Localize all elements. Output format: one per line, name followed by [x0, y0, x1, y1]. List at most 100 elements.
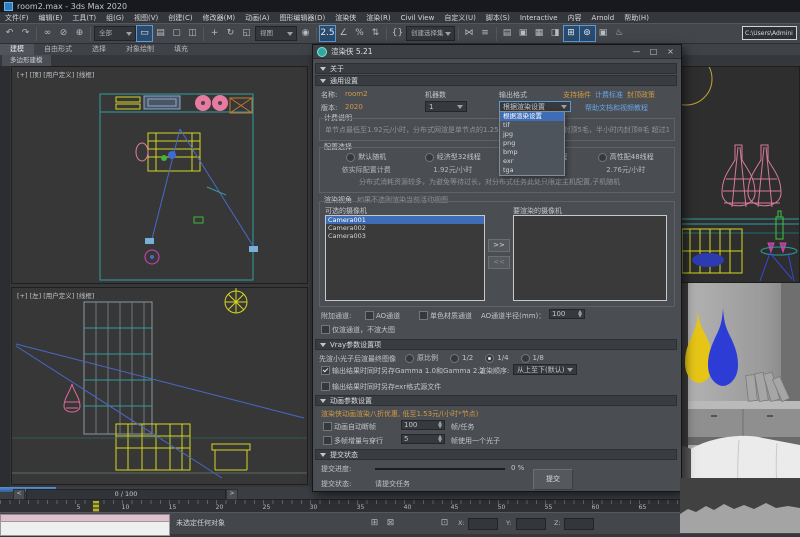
ratio-option[interactable]: 1/2	[450, 354, 473, 363]
menu-item[interactable]: 图形编辑器(D)	[274, 13, 330, 23]
select-link-icon[interactable]: ∞	[40, 26, 55, 41]
window-titlebar[interactable]: room2.max - 3ds Max 2020	[0, 0, 800, 12]
named-sets-icon[interactable]: {}	[390, 26, 405, 41]
menu-item[interactable]: 组(G)	[101, 13, 129, 23]
rollout-about[interactable]: 关于	[315, 63, 677, 74]
viewport-bottom-label[interactable]: [+] [左] [用户定义] [线框]	[17, 290, 94, 300]
maxscript-listener-input[interactable]	[0, 521, 170, 536]
support-plugins-link[interactable]: 支持插件	[563, 90, 591, 100]
spinner-snap-icon[interactable]: ⇅	[368, 26, 383, 41]
icon[interactable]	[90, 27, 91, 41]
menu-item[interactable]: 编辑(E)	[34, 13, 68, 23]
select-by-name-icon[interactable]: ▤	[153, 26, 168, 41]
machines-dropdown[interactable]: 1	[425, 101, 467, 112]
render-order-dropdown[interactable]: 从上至下(默认)	[513, 364, 577, 375]
高性配48线程[interactable]: 高性配48线程 2.76元/小时	[583, 152, 670, 175]
menu-item[interactable]: Arnold	[587, 14, 620, 22]
viewport-top[interactable]: [+] [顶] [用户定义] [线框]	[11, 66, 308, 284]
icon[interactable]	[203, 27, 204, 41]
frame-counter[interactable]: 0 / 100	[26, 489, 226, 500]
snap-toggle-icon[interactable]: 2.5	[320, 26, 335, 41]
Camera001[interactable]: Camera001	[326, 216, 484, 224]
ref-coord-dropdown[interactable]: 视图	[255, 26, 297, 41]
icon[interactable]	[316, 27, 317, 41]
undo-icon[interactable]: ↶	[2, 26, 17, 41]
rendered-frame-icon[interactable]: ▣	[596, 26, 611, 41]
spinner-arrows-icon[interactable]: ▲▼	[578, 310, 582, 318]
material-editor-icon[interactable]: ⊞	[564, 26, 579, 41]
submit-button[interactable]: 提交	[533, 469, 573, 490]
viewport-right[interactable]	[681, 66, 800, 283]
icon[interactable]	[458, 27, 459, 41]
menu-item[interactable]: 视图(V)	[129, 13, 163, 23]
x-coord-field[interactable]	[468, 518, 498, 530]
ribbon-tab[interactable]: 自由形式	[34, 44, 82, 55]
Camera003[interactable]: Camera003	[326, 232, 484, 240]
format-option[interactable]: 根据渲染设置	[500, 112, 564, 121]
autoframe-checkbox[interactable]	[323, 422, 332, 431]
默认随机[interactable]: 默认随机 依实际配置计费	[323, 152, 410, 175]
z-coord-field[interactable]	[564, 518, 594, 530]
ribbon-tab[interactable]: 填充	[164, 44, 198, 55]
ratio-option[interactable]: 原比例	[405, 353, 438, 363]
isolate-selection-icon[interactable]: ⊞	[368, 517, 381, 530]
unlink-icon[interactable]: ⊘	[56, 26, 71, 41]
format-option[interactable]: tga	[500, 166, 564, 175]
select-object-icon[interactable]: ▭	[137, 26, 152, 41]
menu-item[interactable]: 内容	[563, 13, 587, 23]
ribbon-subtab-polymodeling[interactable]: 多边形建模	[2, 55, 51, 66]
Camera002[interactable]: Camera002	[326, 224, 484, 232]
render-setup-icon[interactable]: ⊚	[580, 26, 595, 41]
prev-frame-button[interactable]: <	[13, 489, 25, 500]
mono-material-checkbox[interactable]	[419, 311, 428, 320]
selection-lock-icon[interactable]: ⊠	[384, 517, 397, 530]
rollout-animation[interactable]: 动画参数设置	[315, 395, 677, 406]
autoframe-spinner[interactable]: 100 ▲▼	[401, 420, 445, 430]
menu-item[interactable]: Interactive	[515, 14, 563, 22]
viewport-rendered[interactable]	[681, 283, 800, 485]
icon[interactable]	[386, 27, 387, 41]
crossing-select-icon[interactable]: ◫	[185, 26, 200, 41]
ao-radius-spinner[interactable]: 100 ▲▼	[549, 309, 585, 319]
multiframe-spinner[interactable]: 5 ▲▼	[401, 434, 445, 444]
exr-checkbox[interactable]	[321, 382, 330, 391]
only-channels-checkbox[interactable]	[321, 325, 330, 334]
rollout-submit[interactable]: 提交状态	[315, 449, 677, 460]
menu-item[interactable]: 渲染侠	[330, 13, 361, 23]
bind-spacewarp-icon[interactable]: ⊕	[72, 26, 87, 41]
icon[interactable]	[36, 27, 37, 41]
format-option[interactable]: jpg	[500, 130, 564, 139]
dialog-titlebar[interactable]: 渲染侠 5.21 — □ ×	[313, 45, 681, 59]
ribbon-tab[interactable]: 对象绘制	[116, 44, 164, 55]
curve-editor-icon[interactable]: ▦	[532, 26, 547, 41]
ratio-option[interactable]: 1/8	[521, 354, 544, 363]
next-frame-button[interactable]: >	[226, 489, 238, 500]
named-sets-dropdown[interactable]: 创建选择集	[406, 26, 455, 41]
menu-item[interactable]: Civil View	[396, 14, 440, 22]
menu-item[interactable]: 帮助(H)	[619, 13, 654, 23]
y-coord-field[interactable]	[516, 518, 546, 530]
schematic-view-icon[interactable]: ◨	[548, 26, 563, 41]
rollout-vray[interactable]: Vray参数设置项	[315, 339, 677, 350]
ratio-option[interactable]: 1/4	[485, 354, 508, 363]
经济型32线程[interactable]: 经济型32线程 1.92元/小时	[410, 152, 497, 175]
menu-item[interactable]: 自定义(U)	[439, 13, 481, 23]
selection-filter-dropdown[interactable]: 全部	[94, 26, 136, 41]
menu-item[interactable]: 动画(A)	[240, 13, 274, 23]
angle-snap-icon[interactable]: ∠	[336, 26, 351, 41]
menu-item[interactable]: 脚本(S)	[481, 13, 515, 23]
menu-item[interactable]: 文件(F)	[0, 13, 34, 23]
move-icon[interactable]: +	[207, 26, 222, 41]
absolute-mode-icon[interactable]: ⊡	[438, 517, 451, 530]
scene-explorer-icon[interactable]: ▤	[500, 26, 515, 41]
add-camera-button[interactable]: >>	[488, 239, 510, 252]
align-icon[interactable]: ≡	[478, 26, 493, 41]
scale-icon[interactable]: ◱	[239, 26, 254, 41]
layer-explorer-icon[interactable]: ▣	[516, 26, 531, 41]
remove-camera-button[interactable]: <<	[488, 256, 510, 269]
viewport-top-label[interactable]: [+] [顶] [用户定义] [线框]	[17, 69, 94, 79]
project-path-box[interactable]: C:\Users\Admini	[742, 26, 797, 40]
viewport-bottom[interactable]: [+] [左] [用户定义] [线框]	[11, 287, 308, 485]
menu-item[interactable]: 创建(C)	[163, 13, 197, 23]
rollout-general[interactable]: 通用设置	[315, 75, 677, 86]
